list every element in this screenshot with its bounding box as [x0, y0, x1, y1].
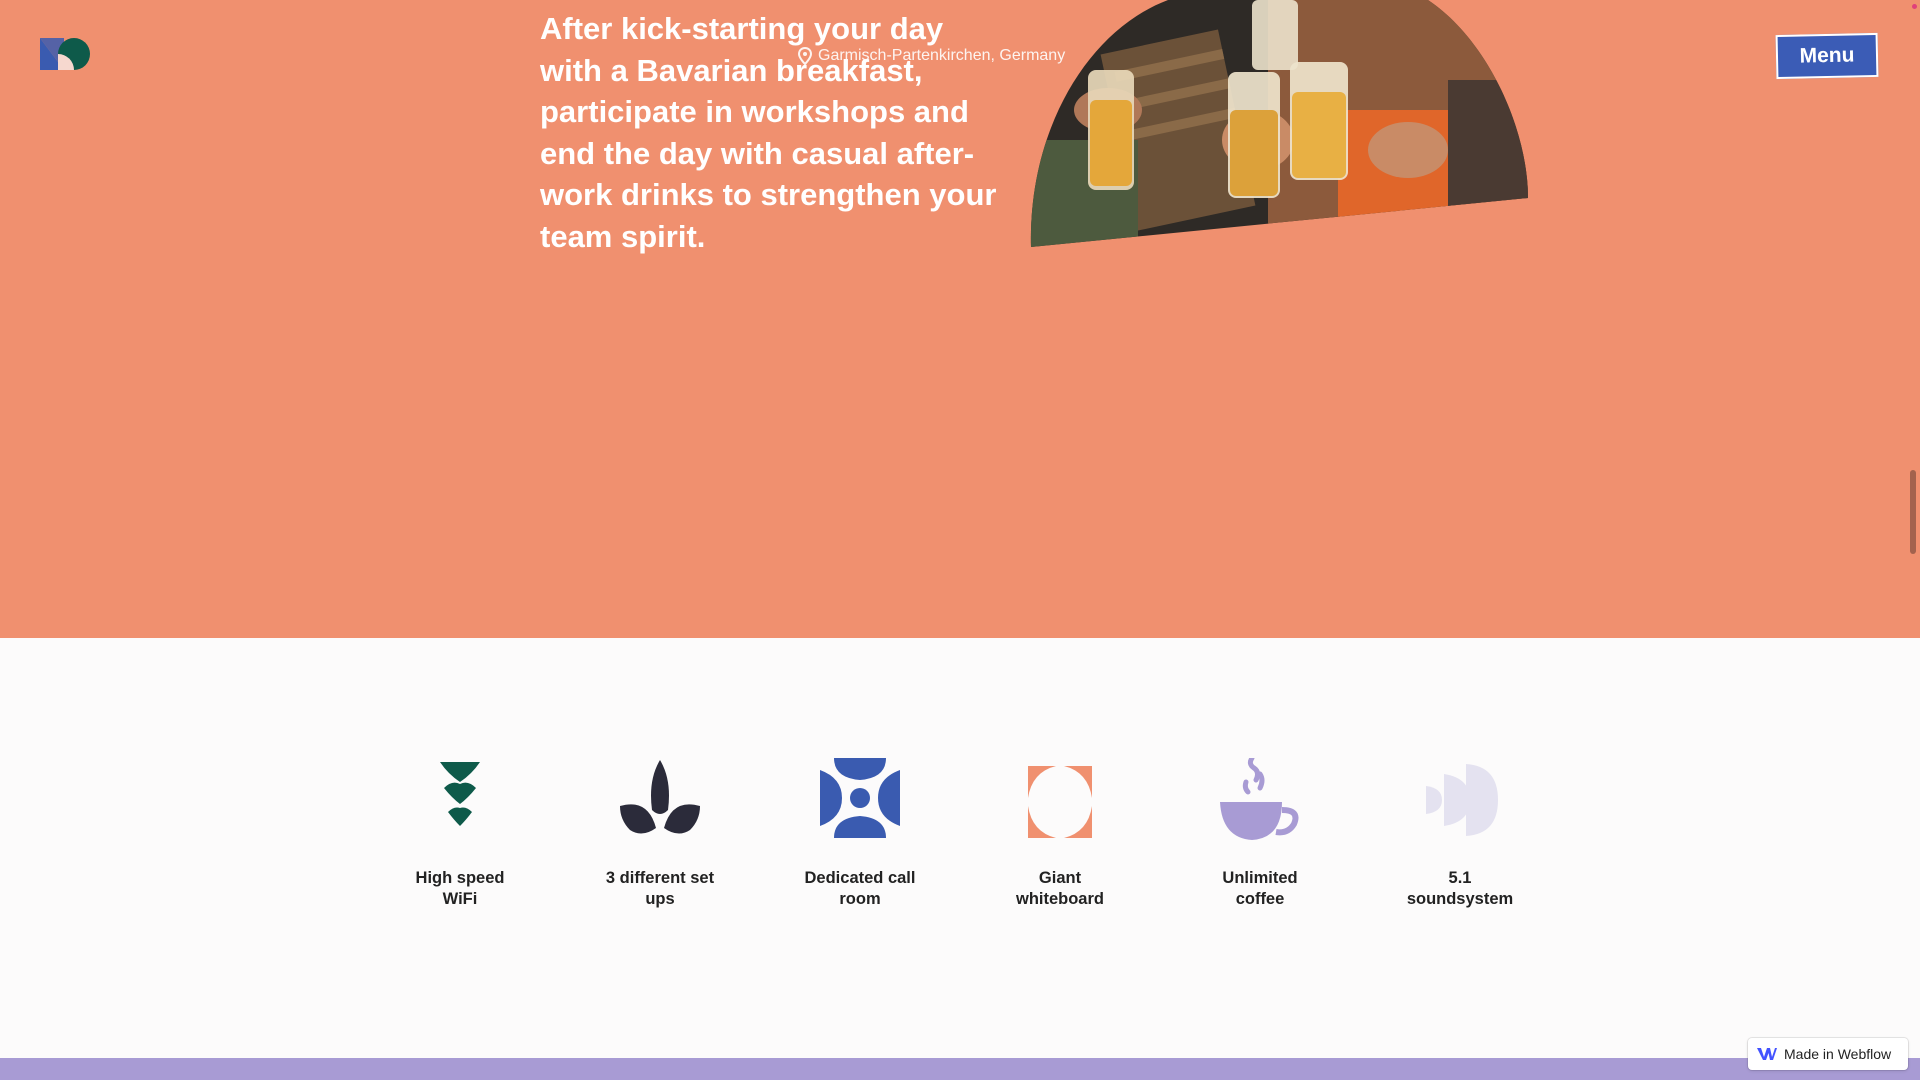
- wifi-icon: [440, 762, 480, 826]
- webflow-icon: [1757, 1048, 1777, 1060]
- menu-button[interactable]: Menu: [1775, 32, 1879, 80]
- amenity-label: Giant whiteboard: [1015, 869, 1104, 908]
- brand-logo-icon[interactable]: [38, 36, 94, 76]
- indicator-dot: [1912, 4, 1917, 9]
- speaker-icon: [1426, 764, 1498, 836]
- whiteboard-icon: [1028, 766, 1092, 838]
- amenity-item: 5.1 soundsystem: [1380, 758, 1540, 910]
- leaf-icon: [620, 760, 700, 834]
- amenity-item: Dedicated call room: [780, 758, 940, 910]
- scrollbar-thumb[interactable]: [1910, 470, 1916, 554]
- map-pin-icon: [798, 47, 812, 65]
- amenity-item: High speed WiFi: [380, 758, 540, 910]
- coffee-icon: [1220, 758, 1299, 840]
- amenity-label: Unlimited coffee: [1222, 869, 1298, 908]
- amenity-item: Giant whiteboard: [980, 758, 1140, 910]
- location-label: Garmisch-Partenkirchen, Germany: [798, 47, 1065, 65]
- webflow-badge-label: Made in Webflow: [1784, 1046, 1892, 1062]
- amenity-label: High speed WiFi: [415, 869, 505, 908]
- webflow-badge[interactable]: Made in Webflow: [1748, 1038, 1908, 1070]
- hero-section: After kick-starting your day with a Bava…: [0, 0, 1920, 638]
- amenity-label: 5.1 soundsystem: [1406, 869, 1514, 908]
- hero-description: After kick-starting your day with a Bava…: [540, 11, 997, 254]
- footer-band: [0, 1058, 1920, 1080]
- amenity-label: Dedicated call room: [804, 869, 916, 908]
- call-room-icon: [820, 758, 900, 838]
- amenity-item: 3 different set ups: [580, 758, 740, 910]
- amenity-label: 3 different set ups: [605, 869, 715, 908]
- amenities-section: High speed WiFi 3 different set ups Dedi…: [0, 638, 1920, 1058]
- hero-photo-people-toasting: [1030, 0, 1528, 247]
- amenity-item: Unlimited coffee: [1180, 758, 1340, 910]
